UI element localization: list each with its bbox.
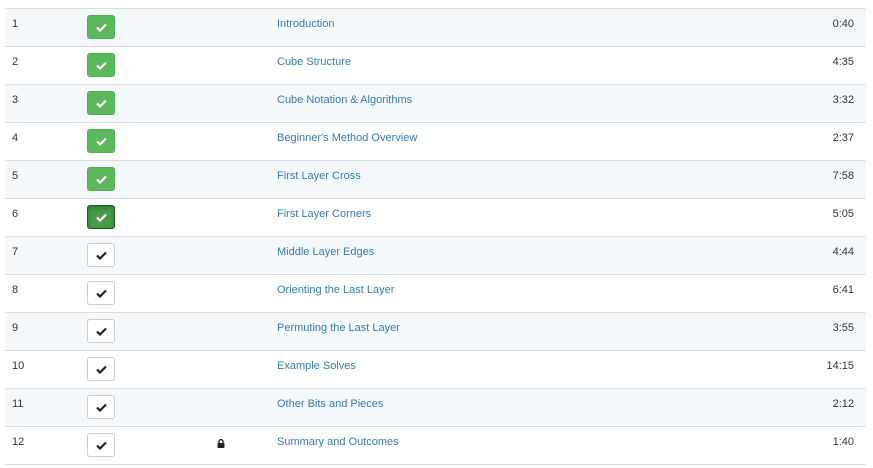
table-row: 3 Cube Notation & Algorithms 3:32 <box>5 85 866 123</box>
complete-toggle-button[interactable] <box>87 357 115 381</box>
check-icon <box>95 251 107 260</box>
lesson-number: 11 <box>12 398 24 410</box>
lesson-title-link[interactable]: Other Bits and Pieces <box>277 398 383 410</box>
lesson-number: 9 <box>12 322 19 334</box>
check-icon <box>95 99 107 108</box>
table-row: 7 Middle Layer Edges 4:44 <box>5 237 866 275</box>
lesson-title-link[interactable]: Introduction <box>277 18 334 30</box>
table-row: 2 Cube Structure 4:35 <box>5 47 866 85</box>
check-icon <box>95 327 107 336</box>
lesson-duration: 2:12 <box>832 398 854 410</box>
complete-toggle-button[interactable] <box>87 15 115 39</box>
check-icon <box>95 289 107 298</box>
lesson-title-link[interactable]: Example Solves <box>277 360 356 372</box>
complete-toggle-button[interactable] <box>87 433 115 457</box>
lesson-number: 7 <box>12 246 19 258</box>
lesson-number: 5 <box>12 170 19 182</box>
lesson-number: 12 <box>12 436 25 448</box>
complete-toggle-button[interactable] <box>87 319 115 343</box>
complete-toggle-button[interactable] <box>87 395 115 419</box>
table-row: 5 First Layer Cross 7:58 <box>5 161 866 199</box>
lesson-title-link[interactable]: Orienting the Last Layer <box>277 284 394 296</box>
table-row: 6 First Layer Corners 5:05 <box>5 199 866 237</box>
table-row: 9 Permuting the Last Layer 3:55 <box>5 313 866 351</box>
check-icon <box>95 61 107 70</box>
lesson-duration: 1:40 <box>832 436 854 448</box>
lesson-title-link[interactable]: First Layer Corners <box>277 208 371 220</box>
check-icon <box>95 403 107 412</box>
lesson-duration: 4:44 <box>832 246 854 258</box>
lesson-number: 1 <box>12 18 19 30</box>
lesson-title-link[interactable]: First Layer Cross <box>277 170 361 182</box>
lesson-duration: 14:15 <box>826 360 854 372</box>
lesson-number: 3 <box>12 94 19 106</box>
lesson-duration: 3:32 <box>832 94 854 106</box>
table-row: 12 Summary and Outcomes 1:40 <box>5 427 866 465</box>
complete-toggle-button[interactable] <box>87 243 115 267</box>
lesson-duration: 4:35 <box>832 56 854 68</box>
lesson-number: 10 <box>12 360 25 372</box>
complete-toggle-button[interactable] <box>87 53 115 77</box>
lesson-duration: 2:37 <box>832 132 854 144</box>
check-icon <box>95 137 107 146</box>
lesson-title-link[interactable]: Cube Notation & Algorithms <box>277 94 412 106</box>
complete-toggle-button[interactable] <box>87 91 115 115</box>
table-row: 10 Example Solves 14:15 <box>5 351 866 389</box>
lesson-title-link[interactable]: Permuting the Last Layer <box>277 322 400 334</box>
check-icon <box>95 441 107 450</box>
table-row: 8 Orienting the Last Layer 6:41 <box>5 275 866 313</box>
check-icon <box>95 365 107 374</box>
lesson-duration: 6:41 <box>832 284 854 296</box>
table-row: 11 Other Bits and Pieces 2:12 <box>5 389 866 427</box>
check-icon <box>95 175 107 184</box>
lesson-duration: 3:55 <box>832 322 854 334</box>
complete-toggle-button[interactable] <box>87 205 115 229</box>
lesson-title-link[interactable]: Middle Layer Edges <box>277 246 374 258</box>
lesson-title-link[interactable]: Cube Structure <box>277 56 351 68</box>
lesson-duration: 0:40 <box>832 18 854 30</box>
lesson-table: 1 Introduction 0:40 2 Cube Structure 4:3… <box>5 8 866 465</box>
lock-icon <box>217 438 225 451</box>
check-icon <box>95 23 107 32</box>
check-icon <box>95 213 107 222</box>
table-row: 1 Introduction 0:40 <box>5 9 866 47</box>
lesson-number: 6 <box>12 208 19 220</box>
lesson-title-link[interactable]: Summary and Outcomes <box>277 436 399 448</box>
lesson-number: 2 <box>12 56 19 68</box>
table-row: 4 Beginner's Method Overview 2:37 <box>5 123 866 161</box>
lesson-duration: 7:58 <box>832 170 854 182</box>
lesson-number: 8 <box>12 284 19 296</box>
lesson-number: 4 <box>12 132 19 144</box>
lesson-duration: 5:05 <box>832 208 854 220</box>
complete-toggle-button[interactable] <box>87 167 115 191</box>
complete-toggle-button[interactable] <box>87 281 115 305</box>
complete-toggle-button[interactable] <box>87 129 115 153</box>
lesson-title-link[interactable]: Beginner's Method Overview <box>277 132 417 144</box>
